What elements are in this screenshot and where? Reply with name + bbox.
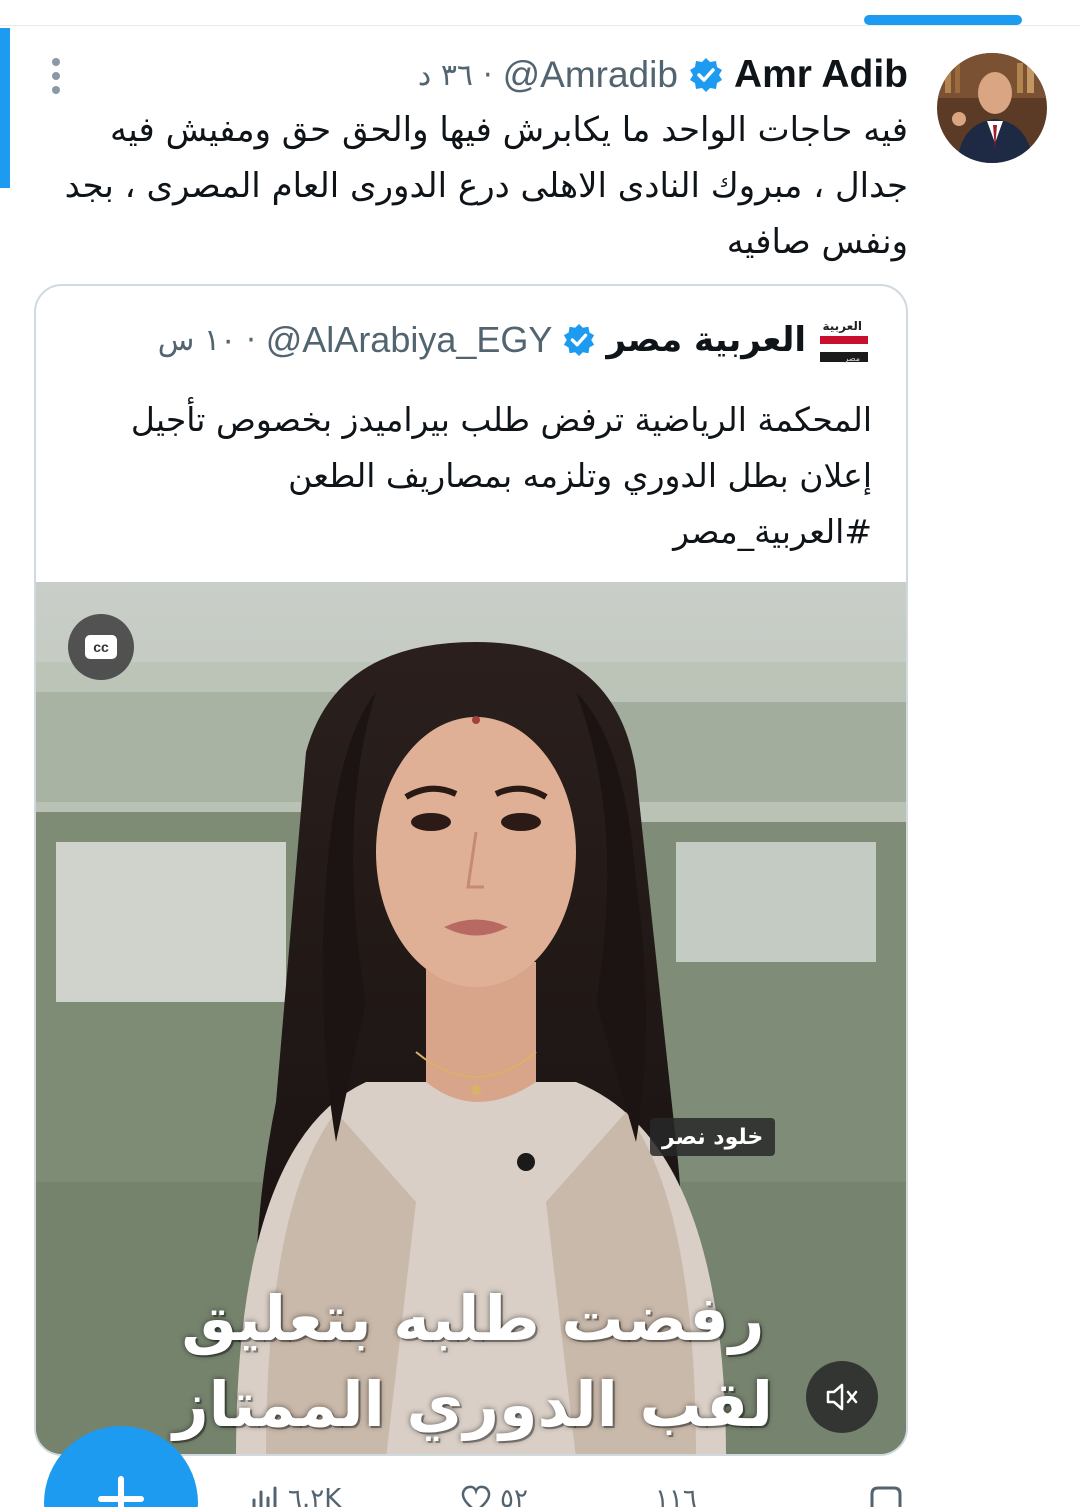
share-icon bbox=[870, 1486, 902, 1507]
quote-author-handle[interactable]: @AlArabiya_EGY bbox=[266, 319, 553, 361]
tweet-text-line: فيه حاجات الواحد ما يكابرش فيها والحق حق… bbox=[110, 110, 908, 150]
tweet-header: Amr Adib @Amradib · ٣٦ د bbox=[418, 52, 908, 98]
separator-dot: · bbox=[246, 322, 256, 358]
tweet-text-line: ونفس صافيه bbox=[726, 222, 908, 262]
verified-badge-icon bbox=[562, 323, 596, 357]
quote-text: المحكمة الرياضية ترفض طلب بيراميدز بخصوص… bbox=[62, 392, 872, 560]
quote-text-line: المحكمة الرياضية ترفض طلب بيراميدز بخصوص… bbox=[130, 400, 872, 439]
tab-indicator bbox=[864, 15, 1022, 25]
top-divider bbox=[0, 25, 1080, 26]
video-caption-line: رفضت طلبه بتعليق bbox=[181, 1282, 765, 1355]
tweet-action-bar: ٦.٢K ٥٢ ١١٦ bbox=[250, 1484, 930, 1507]
reply-count: ١١٦ bbox=[655, 1484, 697, 1507]
quote-logo-sub: مصر bbox=[843, 354, 860, 363]
like-action[interactable]: ٥٢ bbox=[460, 1484, 528, 1507]
views-action[interactable]: ٦.٢K bbox=[250, 1484, 341, 1507]
more-vertical-icon[interactable] bbox=[44, 56, 68, 96]
author-name[interactable]: Amr Adib bbox=[734, 53, 908, 97]
heart-icon bbox=[461, 1485, 491, 1507]
quote-text-line: إعلان بطل الدوري وتلزمه بمصاريف الطعن bbox=[288, 456, 872, 495]
video-caption-line: لقب الدوري الممتاز bbox=[172, 1368, 774, 1441]
speaker-name-tag: خلود نصر bbox=[650, 1118, 776, 1156]
cc-label: cc bbox=[85, 635, 117, 659]
video-player[interactable]: cc خلود نصر رفضت طلبه بتعليق لقب الدوري … bbox=[36, 582, 906, 1454]
separator-dot: · bbox=[483, 57, 493, 93]
like-count: ٥٢ bbox=[500, 1484, 528, 1507]
closed-captions-icon[interactable]: cc bbox=[68, 614, 134, 680]
hashtag-link[interactable]: #العربية_مصر bbox=[62, 504, 872, 560]
volume-muted-icon[interactable] bbox=[806, 1361, 878, 1433]
views-icon bbox=[252, 1486, 277, 1507]
tweet-text: فيه حاجات الواحد ما يكابرش فيها والحق حق… bbox=[60, 102, 908, 270]
plus-icon bbox=[98, 1476, 144, 1507]
reply-action[interactable]: ١١٦ bbox=[655, 1484, 697, 1507]
quote-logo-text: العربية bbox=[822, 319, 862, 333]
profile-avatar[interactable] bbox=[937, 53, 1047, 163]
verified-badge-icon bbox=[688, 57, 724, 93]
tweet-time[interactable]: ٣٦ د bbox=[418, 58, 473, 93]
quote-header: العربية مصر العربية مصر @AlArabiya_EGY ·… bbox=[158, 314, 872, 366]
tweet-text-line: جدال ، مبروك النادى الاهلى درع الدورى ال… bbox=[64, 166, 908, 206]
author-handle[interactable]: @Amradib bbox=[503, 54, 678, 96]
views-count: ٦.٢K bbox=[288, 1484, 342, 1507]
quote-author-name[interactable]: العربية مصر bbox=[606, 320, 806, 360]
unread-indicator bbox=[0, 28, 10, 188]
quote-avatar[interactable]: العربية مصر bbox=[816, 314, 872, 366]
share-action[interactable] bbox=[868, 1484, 904, 1507]
quoted-tweet-card[interactable]: العربية مصر العربية مصر @AlArabiya_EGY ·… bbox=[34, 284, 908, 1456]
quote-time[interactable]: ١٠ س bbox=[158, 323, 236, 358]
